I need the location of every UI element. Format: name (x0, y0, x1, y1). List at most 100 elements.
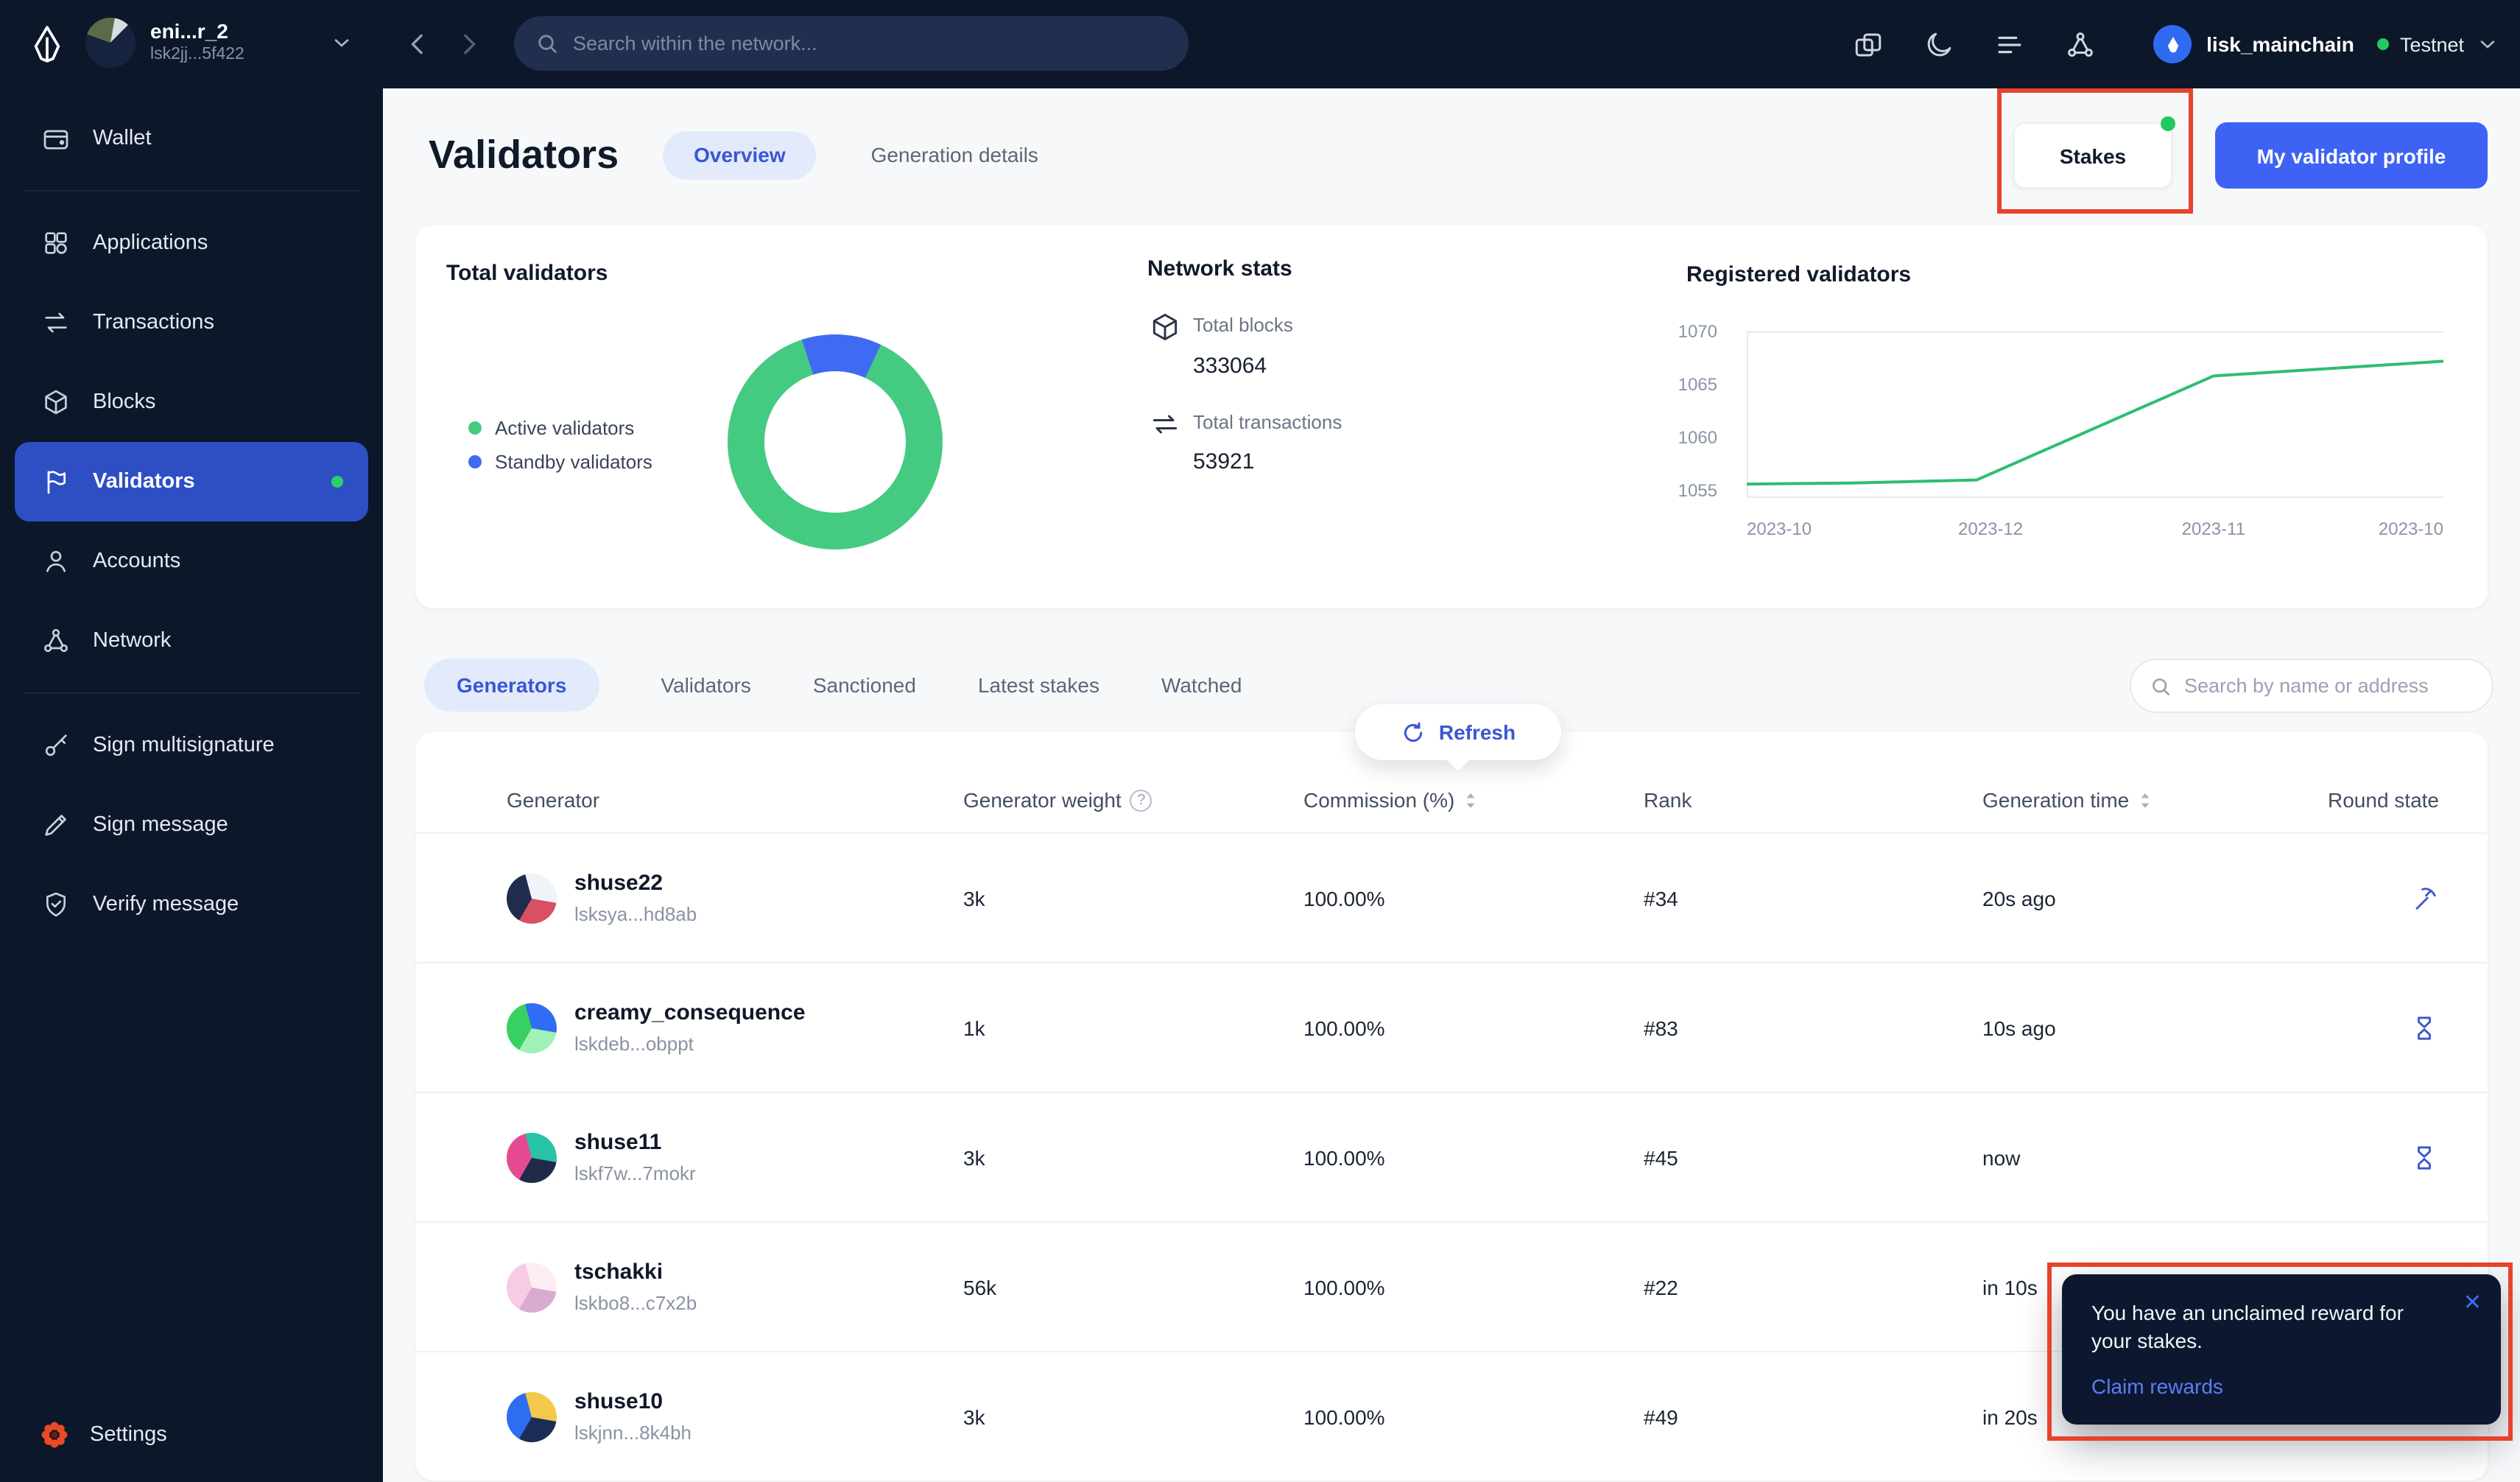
legend-item-active: Active validators (468, 411, 652, 445)
generation-time: now (1982, 1145, 2021, 1169)
active-indicator-dot (331, 476, 343, 488)
tab-generation-details[interactable]: Generation details (840, 130, 1069, 179)
sidebar-item-validators[interactable]: Validators (15, 442, 368, 521)
validator-avatar (507, 873, 557, 923)
search-icon (535, 31, 560, 56)
sidebar-item-sign-message[interactable]: Sign message (15, 785, 368, 865)
validator-name: tschakki (574, 1260, 664, 1285)
accounts-icon (46, 551, 66, 572)
sidebar-item-accounts[interactable]: Accounts (15, 521, 368, 601)
pickaxe-icon (2415, 887, 2436, 909)
key-icon (45, 734, 67, 756)
sidebar-item-settings[interactable]: Settings (15, 1400, 368, 1470)
hourglass-icon (2418, 1016, 2431, 1039)
line-chart-x-axis: 2023-10 2023-12 2023-11 2023-10 (1747, 519, 2443, 539)
my-validator-profile-button[interactable]: My validator profile (2215, 122, 2488, 189)
account-name: lisk_mainchain (2206, 32, 2354, 56)
dark-mode-icon[interactable] (1921, 27, 1956, 62)
sidebar-divider (24, 692, 359, 694)
claim-rewards-link[interactable]: Claim rewards (2091, 1374, 2223, 1398)
network-address: lsk2jj...5f422 (150, 46, 244, 63)
activity-list-icon[interactable] (1991, 27, 2027, 62)
sidebar-item-wallet[interactable]: Wallet (15, 99, 368, 178)
hourglass-icon (2418, 1145, 2431, 1169)
rank: #34 (1644, 886, 1678, 910)
registered-validators-line (1747, 359, 2443, 486)
generation-time: 20s ago (1982, 886, 2056, 910)
validator-name: shuse22 (574, 871, 664, 896)
validator-avatar (507, 1002, 557, 1053)
shield-check-icon (46, 892, 66, 917)
network-nodes-icon (44, 629, 68, 653)
network-label: Testnet (2399, 33, 2464, 55)
tab-generators[interactable]: Generators (424, 659, 599, 712)
refresh-button[interactable]: Refresh (1355, 704, 1561, 760)
col-round-state: Round state (2328, 788, 2439, 812)
sidebar-item-blocks[interactable]: Blocks (15, 362, 368, 442)
unclaimed-reward-toast: You have an unclaimed reward for your st… (2062, 1274, 2501, 1425)
validator-row[interactable]: shuse11 lskf7w...7mokr 3k 100.00% #45 no… (415, 1092, 2488, 1221)
refresh-icon (1404, 721, 1422, 742)
stakes-notification-dot (2161, 116, 2175, 131)
transactions-icon (45, 312, 67, 333)
stakes-button[interactable]: Stakes (2013, 116, 2175, 189)
col-commission[interactable]: Commission (%) (1303, 788, 1644, 812)
active-validators-dot (468, 421, 482, 435)
validator-row[interactable]: shuse22 lsksya...hd8ab 3k 100.00% #34 20… (415, 832, 2488, 962)
sidebar-item-verify-message[interactable]: Verify message (15, 865, 368, 944)
search-icon (2149, 674, 2172, 698)
generation-time: 10s ago (1982, 1016, 2056, 1039)
commission: 100.00% (1303, 1275, 1385, 1299)
help-icon[interactable]: ? (1130, 789, 1152, 811)
network-switcher[interactable]: eni...r_2 lsk2jj...5f422 (85, 18, 353, 68)
commission: 100.00% (1303, 1405, 1385, 1428)
tab-latest-stakes[interactable]: Latest stakes (978, 673, 1099, 697)
sort-icon (2140, 793, 2149, 807)
network-avatar (85, 18, 135, 68)
validator-address: lskjnn...8k4bh (574, 1422, 691, 1444)
validator-avatar (507, 1132, 557, 1182)
nav-back-button[interactable] (401, 27, 436, 62)
multichain-icon[interactable] (1850, 27, 1885, 62)
validators-flag-icon (47, 471, 66, 494)
sidebar-item-network[interactable]: Network (15, 601, 368, 681)
sidebar-item-transactions[interactable]: Transactions (15, 283, 368, 362)
standby-validators-dot (468, 455, 482, 468)
sidebar-item-sign-multisignature[interactable]: Sign multisignature (15, 706, 368, 785)
validator-search (2130, 659, 2493, 713)
validator-avatar (507, 1262, 557, 1312)
blocks-icon (45, 390, 67, 415)
validator-address: lsksya...hd8ab (574, 903, 697, 925)
validator-address: lskbo8...c7x2b (574, 1292, 697, 1314)
sidebar-item-applications[interactable]: Applications (15, 203, 368, 283)
nav-forward-button[interactable] (451, 27, 486, 62)
validator-name: creamy_consequence (574, 1000, 806, 1025)
chevron-down-icon (2476, 32, 2499, 56)
peers-icon[interactable] (2062, 27, 2097, 62)
validator-row[interactable]: creamy_consequence lskdeb...obppt 1k 100… (415, 962, 2488, 1092)
stats-card: Total validators Active validators Stand… (415, 225, 2488, 608)
total-transactions-label: Total transactions (1193, 411, 1342, 433)
network-search-input[interactable] (573, 32, 1168, 55)
validator-name: shuse10 (574, 1389, 664, 1414)
col-generation-time[interactable]: Generation time (1982, 788, 2323, 812)
total-blocks-icon (1149, 311, 1181, 343)
tab-sanctioned[interactable]: Sanctioned (813, 673, 916, 697)
page-header: Validators Overview Generation details (429, 121, 1069, 189)
rank: #49 (1644, 1405, 1678, 1428)
tab-watched[interactable]: Watched (1161, 673, 1242, 697)
tab-validators[interactable]: Validators (661, 673, 750, 697)
network-stats-title: Network stats (1147, 256, 1292, 281)
total-validators-title: Total validators (446, 261, 608, 286)
pen-icon (45, 815, 66, 836)
commission: 100.00% (1303, 1016, 1385, 1039)
rank: #45 (1644, 1145, 1678, 1169)
commission: 100.00% (1303, 886, 1385, 910)
donut-legend: Active validators Standby validators (468, 411, 652, 479)
validator-search-input[interactable] (2184, 675, 2474, 697)
table-filter-tabs: Generators Validators Sanctioned Latest … (424, 659, 1242, 712)
applications-icon (45, 232, 67, 254)
tab-overview[interactable]: Overview (663, 130, 817, 179)
close-icon[interactable]: ✕ (2463, 1289, 2482, 1316)
account-menu[interactable]: lisk_mainchain Testnet (2153, 25, 2499, 63)
